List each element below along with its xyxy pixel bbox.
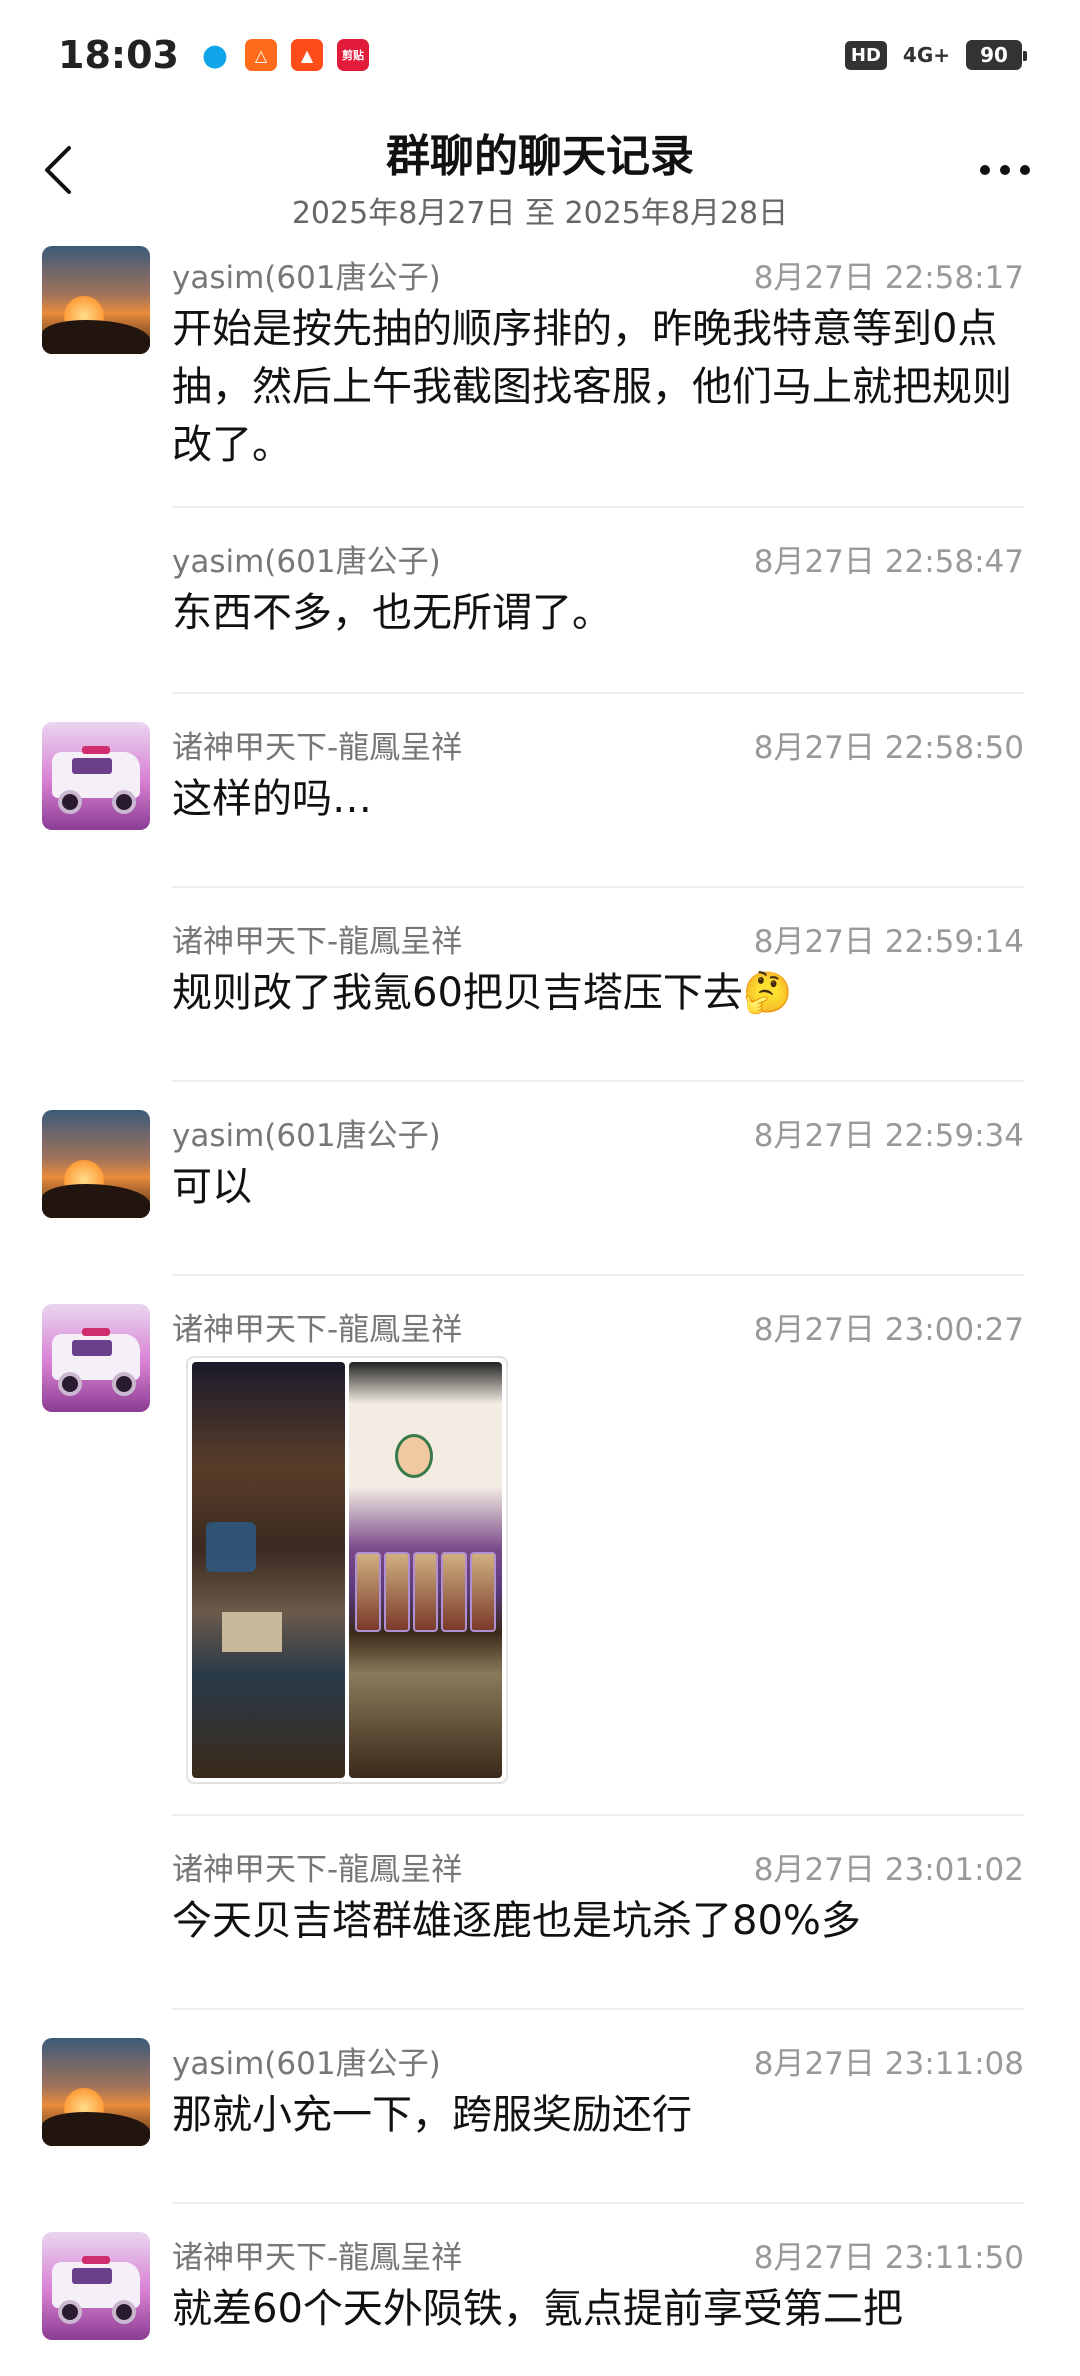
message-text[interactable]: 东西不多，也无所谓了。 <box>172 584 1032 642</box>
sender-name: 诸神甲天下-龍鳳呈祥 <box>172 1852 463 1888</box>
message-text[interactable]: 开始是按先抽的顺序排的，昨晚我特意等到0点抽，然后上午我截图找客服，他们马上就把… <box>172 300 1032 474</box>
app-icon-orange-2: ▲ <box>290 39 323 71</box>
sender-name: yasim(601唐公子) <box>172 260 441 296</box>
date-range: 2025年8月27日 至 2025年8月28日 <box>291 196 789 231</box>
qq-icon: ● <box>201 37 229 73</box>
divider <box>172 692 1024 694</box>
dot-icon <box>1020 165 1030 175</box>
sender-name: 诸神甲天下-龍鳳呈祥 <box>172 1312 463 1348</box>
message-time: 8月27日 23:00:27 <box>753 1312 1024 1348</box>
game-screenshot[interactable] <box>192 1362 345 1778</box>
divider <box>172 1080 1024 1082</box>
sender-name: 诸神甲天下-龍鳳呈祥 <box>172 730 463 766</box>
divider <box>172 1274 1024 1276</box>
message-text[interactable]: 规则改了我氪60把贝吉塔压下去🤔 <box>172 964 1032 1022</box>
avatar[interactable] <box>42 246 150 354</box>
divider <box>172 2008 1024 2010</box>
sender-name: yasim(601唐公子) <box>172 1118 441 1154</box>
avatar[interactable] <box>42 1110 150 1218</box>
message-text[interactable]: 可以 <box>172 1158 1032 1216</box>
app-icon-red: 剪贴 <box>336 39 369 71</box>
message-time: 8月27日 23:11:08 <box>753 2046 1024 2082</box>
message-text[interactable]: 今天贝吉塔群雄逐鹿也是坑杀了80%多 <box>172 1892 1032 1950</box>
message-time: 8月27日 22:58:50 <box>753 730 1024 766</box>
avatar[interactable] <box>42 2038 150 2146</box>
message-text[interactable]: 这样的吗… <box>172 770 1032 828</box>
more-options-button[interactable] <box>970 148 1040 192</box>
game-screenshot[interactable] <box>349 1362 502 1778</box>
dot-icon <box>1000 165 1010 175</box>
status-bar: 18:03 ● △ ▲ 剪贴 HD 4G+ 90 <box>0 0 1080 110</box>
header: 群聊的聊天记录 2025年8月27日 至 2025年8月28日 <box>0 110 1080 231</box>
chevron-left-icon <box>45 146 71 194</box>
avatar[interactable] <box>42 2232 150 2340</box>
divider <box>172 506 1024 508</box>
message-text[interactable]: 那就小充一下，跨服奖励还行 <box>172 2086 1032 2144</box>
message-time: 8月27日 23:01:02 <box>753 1852 1024 1888</box>
sender-name: 诸神甲天下-龍鳳呈祥 <box>172 924 463 960</box>
sender-name: yasim(601唐公子) <box>172 544 441 580</box>
dot-icon <box>980 165 990 175</box>
sender-name: yasim(601唐公子) <box>172 2046 441 2082</box>
hd-icon: HD <box>844 40 887 70</box>
divider <box>172 2202 1024 2204</box>
message-text[interactable]: 就差60个天外陨铁，氪点提前享受第二把 <box>172 2280 1032 2338</box>
message-time: 8月27日 22:58:47 <box>753 544 1024 580</box>
message-time: 8月27日 22:59:14 <box>753 924 1024 960</box>
notification-icons: ● △ ▲ 剪贴 <box>199 37 369 73</box>
avatar[interactable] <box>42 1304 150 1412</box>
divider <box>172 1814 1024 1816</box>
message-time: 8月27日 22:59:34 <box>753 1118 1024 1154</box>
signal-icon: 4G+ <box>902 43 950 67</box>
status-time: 18:03 <box>58 33 179 77</box>
avatar[interactable] <box>42 722 150 830</box>
sender-name: 诸神甲天下-龍鳳呈祥 <box>172 2240 463 2276</box>
divider <box>172 886 1024 888</box>
app-icon-orange: △ <box>244 39 277 71</box>
image-message[interactable] <box>186 1356 508 1784</box>
page-title: 群聊的聊天记录 <box>386 131 694 182</box>
battery-icon: 90 <box>966 40 1027 70</box>
message-time: 8月27日 23:11:50 <box>753 2240 1024 2276</box>
back-button[interactable] <box>36 138 80 202</box>
message-time: 8月27日 22:58:17 <box>753 260 1024 296</box>
